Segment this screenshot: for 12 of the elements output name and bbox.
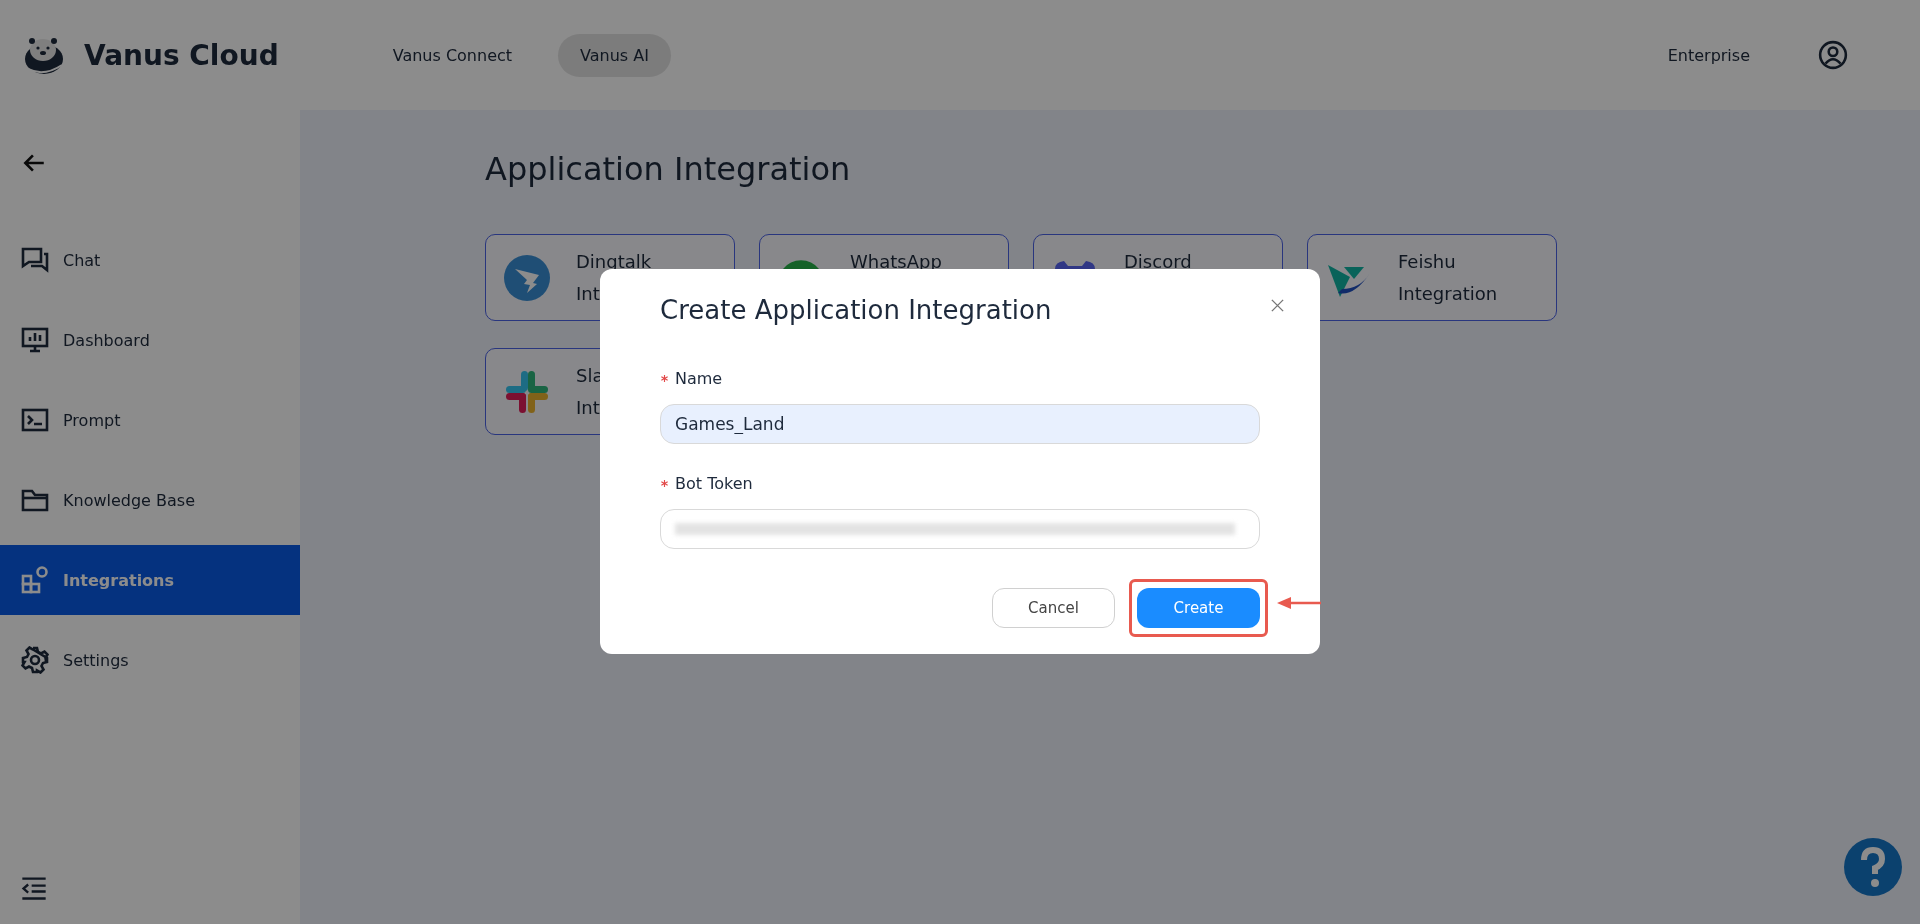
field-label: Name xyxy=(675,369,723,388)
field-label: Bot Token xyxy=(675,474,753,493)
card-title: Integration xyxy=(1398,283,1498,305)
brand-name: Vanus Cloud xyxy=(84,38,279,72)
card-title: WhatsApp xyxy=(850,251,942,273)
page-title: Application Integration xyxy=(485,150,852,188)
card-title: Int xyxy=(576,397,601,419)
card-title: Discord xyxy=(1124,251,1192,273)
card-title: Dingtalk xyxy=(576,251,652,273)
dialog-title: Create Application Integration xyxy=(660,295,1052,325)
card-title: Feishu xyxy=(1398,251,1457,273)
card-title: Int xyxy=(576,283,601,305)
